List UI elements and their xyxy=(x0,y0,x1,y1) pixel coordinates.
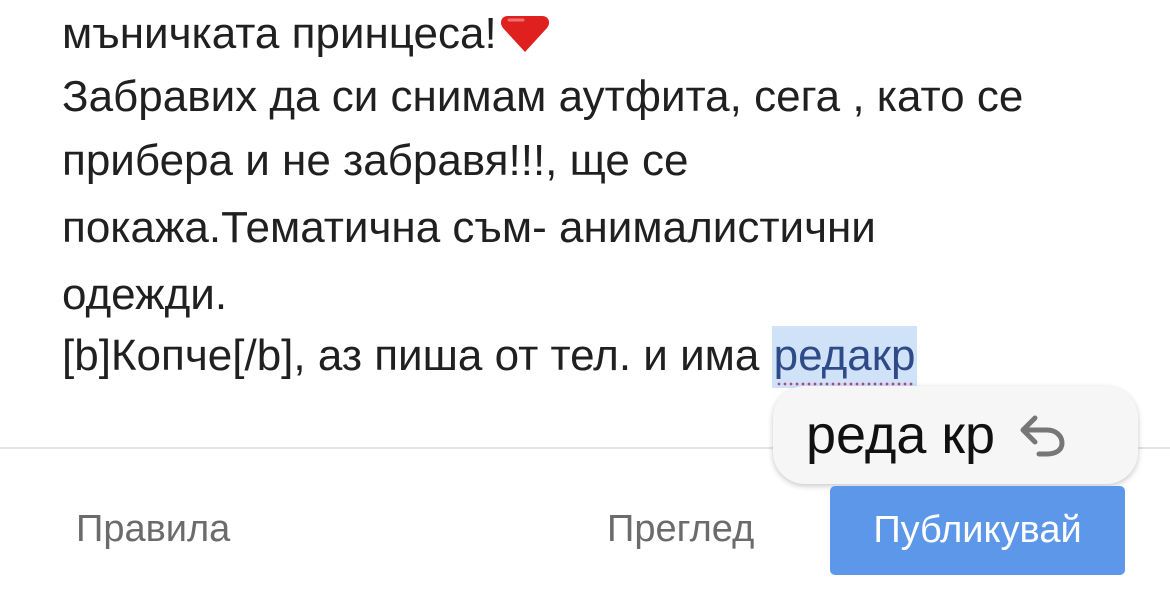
text-line-5: одежди. xyxy=(62,270,228,319)
editor-footer: Правила Преглед Публикувай xyxy=(0,449,1170,599)
text-line-3: прибера и не забравя!!!, ще се xyxy=(62,136,689,185)
heart-emoji-icon xyxy=(499,10,551,52)
publish-button[interactable]: Публикувай xyxy=(830,486,1125,575)
rules-link[interactable]: Правила xyxy=(76,504,230,554)
text-line-6: [b]Копче[/b], аз пиша от тел. и има реда… xyxy=(62,326,918,388)
text-line-6-content: [b]Копче[/b], аз пиша от тел. и има xyxy=(62,331,772,380)
preview-button[interactable]: Преглед xyxy=(607,504,754,554)
misspelled-selected-word[interactable]: редакр xyxy=(771,326,918,388)
text-line-1: мъничката принцеса! xyxy=(62,4,551,64)
text-line-2: Забравих да си снимам аутфита, сега , ка… xyxy=(62,72,1024,121)
post-editor-screen: мъничката принцеса! Забравих да си снима… xyxy=(0,0,1170,599)
text-line-1-content: мъничката принцеса! xyxy=(62,9,497,58)
text-line-4: покажа.Тематична съм- анималистични xyxy=(62,203,876,252)
selected-word-text: редакр xyxy=(773,331,916,380)
